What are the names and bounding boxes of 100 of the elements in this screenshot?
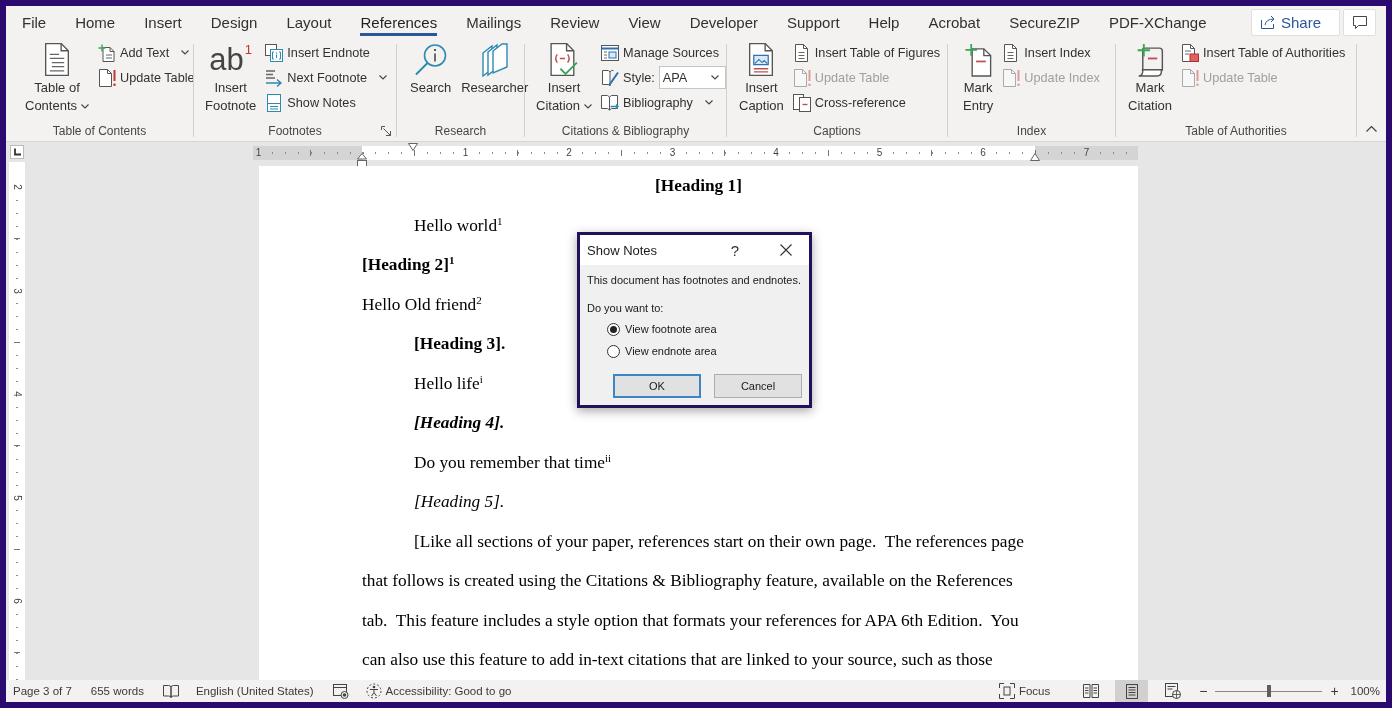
ruler-number: 2 <box>11 182 23 192</box>
heading-text: [Heading 5]. <box>414 491 505 513</box>
ribbon-tab[interactable]: Insert <box>129 6 197 38</box>
dialog-message: This document has footnotes and endnotes. <box>587 273 803 288</box>
zoom-level[interactable]: 100% <box>1350 685 1380 697</box>
language-status[interactable]: English (United States) <box>195 685 314 697</box>
web-layout-icon <box>1164 683 1181 699</box>
ribbon-button[interactable]: Search <box>407 38 455 97</box>
ribbon-tab[interactable]: Acrobat <box>913 6 995 38</box>
open-book-icon[interactable] <box>162 684 179 698</box>
close-icon <box>780 244 792 256</box>
body-text: Hello Old friend$^{2}$ <box>362 292 482 316</box>
body-text: Hello life$^{i}$ <box>414 371 483 395</box>
book-arrow-icon <box>601 93 620 112</box>
ribbon-button[interactable]: Insert Index <box>1000 40 1102 65</box>
ribbon-button[interactable]: Bibliography <box>599 90 728 115</box>
group-label: Research <box>434 123 487 138</box>
zoom-out-button[interactable]: − <box>1197 683 1210 699</box>
group-label: Table of Authorities <box>1185 123 1287 138</box>
share-icon <box>1260 15 1275 29</box>
ribbon-tab[interactable]: Help <box>854 6 914 38</box>
accessibility-icon <box>365 683 382 699</box>
page-count[interactable]: Page 3 of 7 <box>13 685 72 697</box>
ribbon-button[interactable]: Cross-reference <box>790 90 943 115</box>
ribbon-button[interactable]: Insert Table of Authorities <box>1179 40 1348 65</box>
ribbon-tab[interactable]: View <box>613 6 676 38</box>
ribbon-tab[interactable]: File <box>7 6 61 38</box>
dialog-button[interactable]: OK <box>613 374 701 398</box>
document-lines-icon <box>792 43 811 62</box>
ribbon-tab[interactable]: Review <box>535 6 614 38</box>
group-label: Table of Contents <box>52 123 147 138</box>
book-pen-icon <box>601 68 620 87</box>
indent-marker-icon[interactable] <box>1030 153 1040 161</box>
ribbon-button[interactable]: Next Footnote <box>263 65 390 90</box>
ribbon-button[interactable]: Insert Citation <box>533 38 596 115</box>
group-label: Captions <box>813 123 861 138</box>
document-exclamation-icon <box>98 68 117 87</box>
zoom-in-button[interactable]: + <box>1328 683 1341 699</box>
ribbon-button[interactable]: Show Notes <box>263 90 390 115</box>
ribbon-button[interactable]: Mark Citation <box>1125 38 1176 115</box>
radio-indicator[interactable] <box>607 322 620 336</box>
read-mode-icon <box>1082 684 1099 698</box>
dialog-title: Show Notes <box>587 242 658 258</box>
radio-option[interactable]: View endnote area <box>607 340 717 362</box>
focus-button[interactable]: Focus <box>998 683 1051 699</box>
ruler-number: 4 <box>11 389 23 399</box>
ribbon-button[interactable]: ab$^{1}$ Insert Footnote <box>202 38 260 115</box>
group-label: Footnotes <box>268 123 322 138</box>
macro-record-icon[interactable] <box>332 683 349 699</box>
ribbon-tab[interactable]: SecureZIP <box>994 6 1095 38</box>
ribbon-button[interactable]: Add Text <box>96 40 197 65</box>
document-exclamation-icon <box>1181 68 1200 87</box>
view-button[interactable] <box>1115 680 1149 702</box>
ribbon-button[interactable]: Table of Contents <box>22 38 93 115</box>
dialog-button[interactable]: Cancel <box>714 374 802 398</box>
radio-indicator[interactable] <box>607 344 620 358</box>
ribbon-tab[interactable]: Support <box>772 6 855 38</box>
share-button[interactable]: Share <box>1250 8 1340 36</box>
dialog-launcher-icon[interactable] <box>381 126 391 136</box>
document-picture-icon <box>747 43 776 77</box>
body-text: Hello world$^{1}$ <box>414 213 503 237</box>
ribbon-button[interactable]: Manage Sources <box>599 40 728 65</box>
tab-selector-icon[interactable] <box>10 145 24 159</box>
comment-icon <box>1352 15 1367 29</box>
ribbon-button[interactable]: Insert Table of Figures <box>790 40 943 65</box>
ribbon-tab[interactable]: Mailings <box>451 6 536 38</box>
style-label: Style: <box>623 70 655 85</box>
ribbon-tab[interactable]: Layout <box>271 6 346 38</box>
indent-marker-icon[interactable] <box>408 143 418 151</box>
comments-button[interactable] <box>1343 8 1376 36</box>
ribbon-tab[interactable]: PDF-XChange <box>1094 6 1222 38</box>
window-list-icon <box>601 43 620 62</box>
footnote-symbol: ab$^{1}$ <box>209 43 252 77</box>
ribbon-tab[interactable]: References <box>345 6 452 38</box>
caret-down-icon <box>710 75 719 80</box>
ribbon-button[interactable]: Researcher <box>458 38 532 97</box>
caret-down-icon <box>81 103 90 109</box>
body-text: Do you remember that time$^{ii}$ <box>414 450 612 474</box>
accessibility-status[interactable]: Accessibility: Good to go <box>365 683 512 699</box>
ribbon-button[interactable]: Mark Entry <box>960 38 997 115</box>
ribbon-button[interactable]: Insert Endnote <box>263 40 390 65</box>
ribbon-tab[interactable]: Home <box>60 6 130 38</box>
help-button[interactable]: ? <box>723 238 747 262</box>
style-dropdown[interactable]: APA <box>658 66 726 89</box>
ribbon-button[interactable]: Insert Caption <box>736 38 787 115</box>
word-count[interactable]: 655 words <box>90 685 144 697</box>
slider-thumb[interactable] <box>1266 685 1271 697</box>
ribbon-tab[interactable]: Design <box>196 6 272 38</box>
indent-marker-icon[interactable] <box>357 153 367 167</box>
radio-option[interactable]: View footnote area <box>607 318 717 340</box>
document-exclamation-icon <box>792 68 811 87</box>
document-lines-icon <box>43 43 71 77</box>
caret-down-icon <box>704 100 713 105</box>
print-layout-icon <box>1125 683 1138 699</box>
ruler-number: 6 <box>11 596 23 606</box>
heading-text: [Heading 3]. <box>414 333 506 355</box>
ribbon-tab[interactable]: Developer <box>675 6 773 38</box>
caret-up-icon[interactable] <box>1366 126 1377 132</box>
two-pages-icon <box>792 93 811 112</box>
ribbon-button[interactable]: Update Table <box>96 65 197 90</box>
